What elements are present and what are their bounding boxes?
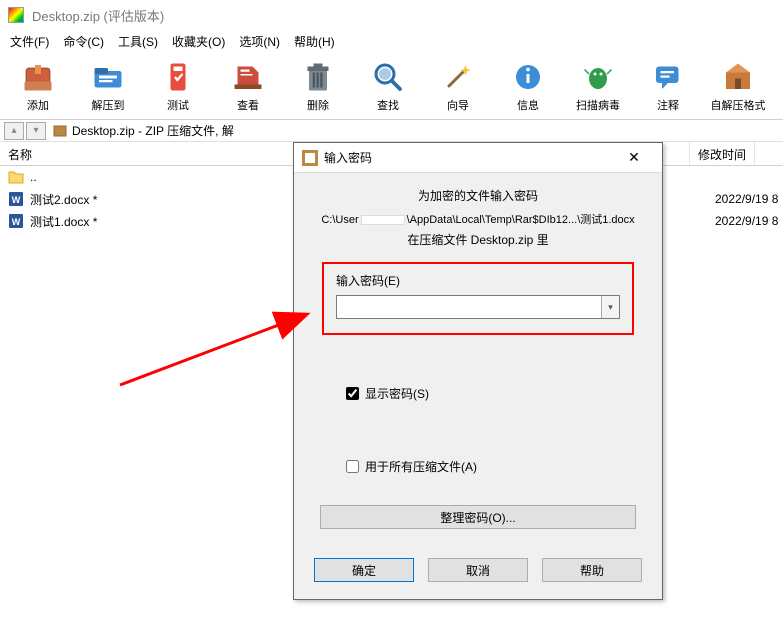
titlebar: Desktop.zip (评估版本) [0, 0, 783, 30]
extract-button[interactable]: 解压到 [76, 55, 140, 117]
help-button[interactable]: 帮助 [542, 558, 642, 582]
menu-cmd[interactable]: 命令(C) [57, 31, 110, 52]
window-title: Desktop.zip (评估版本) [32, 6, 164, 25]
menu-opts[interactable]: 选项(N) [233, 31, 286, 52]
toolbar: 添加 解压到 测试 查看 删除 查找 向导 信息 扫描病毒 注释 自解压格式 [0, 52, 783, 120]
archive-icon [52, 123, 68, 139]
menu-help[interactable]: 帮助(H) [288, 31, 341, 52]
password-group-highlight: 输入密码(E) ▾ [322, 262, 634, 335]
address-path[interactable]: Desktop.zip - ZIP 压缩文件, 解 [72, 122, 234, 139]
menu-fav[interactable]: 收藏夹(O) [166, 31, 231, 52]
file-name: 测试1.docx * [30, 213, 97, 230]
dialog-title: 输入密码 [324, 149, 614, 166]
address-bar: ▴ ▾ Desktop.zip - ZIP 压缩文件, 解 [0, 120, 783, 142]
col-modified[interactable]: 修改时间 [690, 142, 755, 165]
add-button[interactable]: 添加 [6, 55, 70, 117]
wizard-button[interactable]: 向导 [426, 55, 490, 117]
menu-file[interactable]: 文件(F) [4, 31, 55, 52]
cancel-button[interactable]: 取消 [428, 558, 528, 582]
winrar-icon [302, 150, 318, 166]
password-dialog: 输入密码 ✕ 为加密的文件输入密码 C:\User\AppData\Local\… [293, 142, 663, 600]
organize-button[interactable]: 整理密码(O)... [320, 505, 636, 529]
word-icon: W [8, 213, 24, 229]
prompt-text: 为加密的文件输入密码 [418, 187, 538, 205]
ok-button[interactable]: 确定 [314, 558, 414, 582]
password-dropdown[interactable]: ▾ [601, 296, 619, 318]
view-button[interactable]: 查看 [216, 55, 280, 117]
file-path: C:\User\AppData\Local\Temp\Rar$DIb12...\… [321, 211, 634, 227]
dialog-titlebar: 输入密码 ✕ [294, 143, 662, 173]
info-button[interactable]: 信息 [496, 55, 560, 117]
file-time: 2022/9/19 8 [715, 214, 778, 228]
password-input[interactable] [337, 296, 601, 318]
word-icon: W [8, 191, 24, 207]
file-time: 2022/9/19 8 [715, 192, 778, 206]
nav-button-2[interactable]: ▾ [26, 122, 46, 140]
file-name: 测试2.docx * [30, 191, 97, 208]
row-up-name: .. [30, 170, 37, 184]
delete-button[interactable]: 删除 [286, 55, 350, 117]
close-button[interactable]: ✕ [614, 144, 654, 172]
password-input-wrap: ▾ [336, 295, 620, 319]
winrar-icon [8, 7, 24, 23]
allarchives-label: 用于所有压缩文件(A) [365, 458, 477, 475]
menubar: 文件(F) 命令(C) 工具(S) 收藏夹(O) 选项(N) 帮助(H) [0, 30, 783, 52]
test-button[interactable]: 测试 [146, 55, 210, 117]
scan-button[interactable]: 扫描病毒 [566, 55, 630, 117]
sfx-button[interactable]: 自解压格式 [706, 55, 770, 117]
showpwd-label: 显示密码(S) [365, 385, 429, 402]
menu-tools[interactable]: 工具(S) [112, 31, 164, 52]
allarchives-checkbox[interactable] [346, 460, 359, 473]
svg-text:W: W [12, 195, 21, 205]
find-button[interactable]: 查找 [356, 55, 420, 117]
folder-icon [8, 169, 24, 185]
password-label: 输入密码(E) [336, 272, 620, 289]
comment-button[interactable]: 注释 [636, 55, 700, 117]
svg-text:W: W [12, 217, 21, 227]
sub-prompt: 在压缩文件 Desktop.zip 里 [407, 231, 548, 248]
showpwd-checkbox[interactable] [346, 387, 359, 400]
nav-button[interactable]: ▴ [4, 122, 24, 140]
